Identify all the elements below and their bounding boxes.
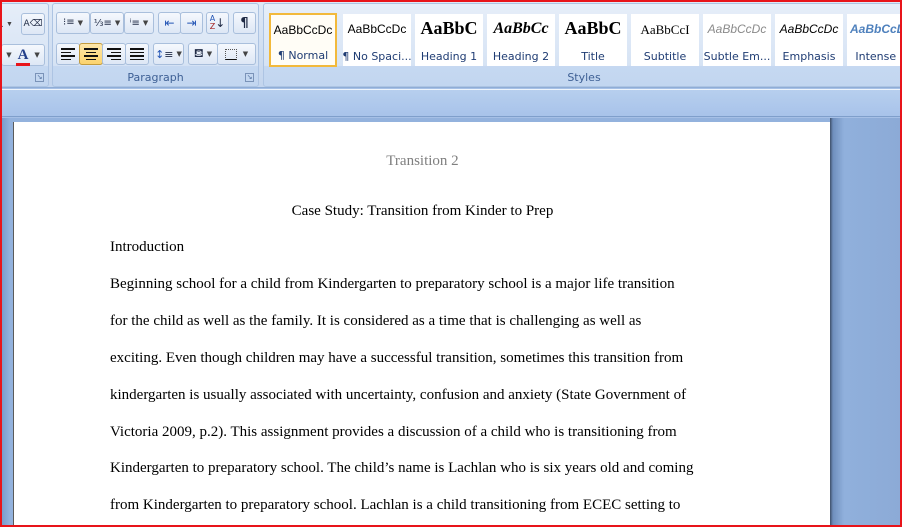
eraser-icon: A⌫ [23,19,43,29]
style-sample: AaBbCcDc [779,22,839,36]
dropdown-arrow-icon: ▼ [34,51,40,59]
align-right-icon [107,46,121,62]
sort-button[interactable]: A Z ↓ [206,12,229,34]
decrease-indent-button[interactable]: ⇤ [158,12,181,34]
font-color-button[interactable]: ▼ A ▼ [1,44,45,66]
dropdown-arrow-icon: ▼ [206,50,213,58]
font-size-icon: A [0,18,3,30]
style-sample: AaBbCcDc [849,22,902,36]
document-title: Case Study: Transition from Kinder to Pr… [291,203,554,219]
style-normal[interactable]: AaBbCcDc ¶ Normal [269,13,337,67]
pilcrow-icon: ¶ [240,15,249,31]
dropdown-arrow-icon: ▼ [6,51,12,59]
body-line: kindergarten is usually associated with … [110,387,687,403]
styles-group: AaBbCcDc ¶ Normal AaBbCcDc ¶ No Spaci...… [263,3,902,87]
dropdown-arrow-icon: ▼ [114,19,121,27]
style-title[interactable]: AaBbC Title [559,14,627,66]
page-header: Transition 2 [386,153,459,169]
document-side-margin [830,118,902,527]
decrease-indent-icon: ⇤ [164,16,175,30]
line-spacing-icon: ↕≡ [155,47,174,61]
bullets-icon: ⁝≡ [63,17,75,28]
borders-icon [224,48,237,60]
ruler-bar [0,89,902,117]
document-page[interactable]: Transition 2 Case Study: Transition from… [13,122,830,527]
style-name: Subtitle [643,50,687,63]
style-name: Heading 1 [420,50,478,63]
style-sample: AaBbCcDc [347,22,407,36]
style-name: ¶ Normal [277,49,329,62]
style-subtitle[interactable]: AaBbCcI Subtitle [631,14,699,66]
paragraph-group: ⁝≡ ▼ ⅓≡ ▼ ⁱ≡ ▼ ⇤ ⇥ A Z ↓ ¶ ↕≡ ▼ ⛾ ▼ ▼ Pa… [52,3,259,87]
style-no-spacing[interactable]: AaBbCcDc ¶ No Spaci... [343,14,411,66]
shading-button[interactable]: ⛾ ▼ [188,43,218,65]
style-name: Heading 2 [492,50,550,63]
style-heading-1[interactable]: AaBbC Heading 1 [415,14,483,66]
ribbon: A▼ A⌫ ▼ A ▼ ↘ ⁝≡▼ ⅓≡▼ ⁱ≡▼ ⇤ ⇥ AZ↓ [0,0,902,88]
paragraph-dialog-launcher[interactable]: ↘ [245,73,254,82]
style-heading-2[interactable]: AaBbCc Heading 2 [487,14,555,66]
justify-icon [130,46,144,62]
dropdown-arrow-icon: ▼ [142,19,149,27]
dropdown-arrow-icon: ▼ [242,50,249,58]
align-center-icon [84,46,98,62]
align-left-button[interactable] [56,43,80,65]
body-line: Victoria 2009, p.2). This assignment pro… [110,424,677,440]
align-left-icon [61,46,75,62]
styles-group-label: Styles [567,71,601,84]
style-sample: AaBbC [420,18,478,38]
paragraph-group-label: Paragraph [127,71,184,84]
dropdown-arrow-icon: ▼ [6,20,13,28]
line-spacing-button[interactable]: ↕≡ ▼ [153,43,184,65]
bullets-button[interactable]: ⁝≡ ▼ [56,12,90,34]
style-name: Intense E [855,50,902,63]
paint-bucket-icon: ⛾ [193,46,204,60]
style-sample: AaBbC [564,18,622,38]
increase-indent-button[interactable]: ⇥ [180,12,203,34]
increase-indent-icon: ⇥ [186,16,197,30]
style-sample: AaBbCcDc [273,23,333,37]
style-name: Subtle Em... [703,50,771,63]
font-dialog-launcher[interactable]: ↘ [35,73,44,82]
numbering-icon: ⅓≡ [93,17,112,29]
show-hide-button[interactable]: ¶ [233,12,256,34]
style-emphasis[interactable]: AaBbCcDc Emphasis [775,14,843,66]
align-right-button[interactable] [102,43,126,65]
body-line: Beginning school for a child from Kinder… [110,276,675,292]
font-color-swatch [15,63,30,66]
section-heading: Introduction [110,239,185,255]
multilevel-list-button[interactable]: ⁱ≡ ▼ [124,12,154,34]
clear-formatting-button[interactable]: A⌫ [21,13,45,35]
body-line: Kindergarten to preparatory school. The … [110,460,694,476]
multilevel-list-icon: ⁱ≡ [129,17,140,29]
style-name: Title [581,50,605,63]
style-intense-emphasis[interactable]: AaBbCcDc Intense E [847,14,902,66]
align-center-button[interactable] [79,43,103,65]
style-sample: AaBbCc [493,20,549,37]
style-subtle-emphasis[interactable]: AaBbCcDc Subtle Em... [703,14,771,66]
dropdown-arrow-icon: ▼ [176,50,182,58]
body-line: exciting. Even though children may have … [110,350,684,366]
grow-font-button[interactable]: A▼ [0,13,13,35]
borders-button[interactable]: ▼ [217,43,256,65]
justify-button[interactable] [125,43,149,65]
style-name: ¶ No Spaci... [343,50,411,63]
font-color-icon: A [15,48,30,66]
body-line: for the child as well as the family. It … [110,313,642,329]
style-name: Emphasis [782,50,836,63]
style-sample: AaBbCcI [640,22,690,37]
dropdown-arrow-icon: ▼ [77,19,83,27]
numbering-button[interactable]: ⅓≡ ▼ [90,12,124,34]
body-line: from Kindergarten to preparatory school.… [110,497,681,513]
font-group: A▼ A⌫ ▼ A ▼ ↘ [0,3,49,87]
style-sample: AaBbCcDc [707,22,767,36]
